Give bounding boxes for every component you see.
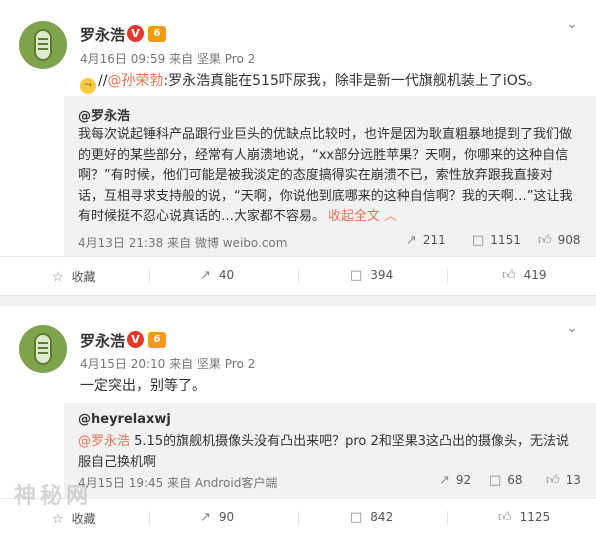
divider (298, 511, 299, 525)
favorite-button[interactable]: ☆ 收藏 (52, 268, 96, 285)
mention-link[interactable]: @孙荣勃 (107, 73, 163, 89)
quoted-text: 我每次说起锤科产品跟行业巨头的优缺点比较时，也许是因为耿直粗暴地提到了我们做的更… (78, 127, 573, 224)
quoted-like[interactable]: 👍︎ 13 (546, 473, 581, 488)
post-text: ¬//@孙荣勃:罗永浩真能在515吓尿我，除非是新一代旗舰机装上了iOS。 (80, 70, 541, 94)
quoted-repost[interactable]: ↗ 92 (439, 473, 471, 488)
quoted-text: @罗永浩 5.15的旗舰机摄像头没有凸出来吧？pro 2和坚果3这凸出的摄像头，… (78, 434, 570, 470)
level-badge-icon: 6 (148, 26, 166, 42)
repost-icon: ↗ (200, 268, 211, 283)
repost-button[interactable]: ↗ 40 (200, 268, 234, 283)
thumbs-up-icon: 👍︎ (538, 233, 552, 248)
repost-icon: ↗ (200, 510, 211, 525)
quoted-meta: 4月13日 21:38 来自 微博 weibo.com (78, 236, 288, 250)
repost-icon: ↗ (406, 233, 417, 248)
watermark: 神秘网 (14, 484, 93, 509)
thumbs-up-icon: 👍︎ (546, 473, 560, 488)
thumbs-up-icon: 👍︎ (498, 510, 512, 525)
collapse-link[interactable]: 收起全文 ︿ (328, 209, 397, 224)
quoted-comment[interactable]: □ 1151 (472, 233, 521, 248)
star-icon: ☆ (52, 270, 64, 285)
favorite-button[interactable]: ☆ 收藏 (52, 510, 96, 527)
comment-button[interactable]: □ 394 (350, 268, 393, 283)
divider (149, 511, 150, 525)
author-name[interactable]: 罗永浩 (80, 330, 125, 351)
quoted-like[interactable]: 👍︎ 908 (538, 233, 581, 248)
quoted-author[interactable]: @罗永浩 (78, 105, 130, 124)
post-meta: 4月15日 20:10 来自 坚果 Pro 2 (80, 357, 256, 371)
divider (447, 269, 448, 283)
post-divider (0, 295, 596, 306)
like-button[interactable]: 👍︎ 419 (502, 268, 547, 283)
like-button[interactable]: 👍︎ 1125 (498, 510, 550, 525)
post-meta: 4月16日 09:59 来自 坚果 Pro 2 (80, 52, 256, 66)
comment-icon: □ (350, 268, 363, 283)
weibo-post-1: 罗永浩 V 6 ⌄ 4月16日 09:59 来自 坚果 Pro 2 ¬//@孙荣… (0, 0, 596, 296)
action-bar: ☆ 收藏 ↗ 40 □ 394 👍︎ 419 (0, 256, 596, 295)
chevron-down-icon[interactable]: ⌄ (566, 16, 578, 32)
chevron-down-icon[interactable]: ⌄ (566, 320, 578, 336)
post-text: 一定突出，别等了。 (80, 378, 206, 394)
thumbs-up-icon: 👍︎ (502, 268, 516, 283)
level-badge-icon: 6 (148, 332, 166, 348)
quoted-comment[interactable]: □ 68 (489, 473, 523, 488)
quoted-post[interactable]: @heyrelaxwj @罗永浩 5.15的旗舰机摄像头没有凸出来吧？pro 2… (64, 403, 596, 498)
mention-link[interactable]: @罗永浩 (78, 434, 130, 449)
divider (149, 269, 150, 283)
divider (447, 511, 448, 525)
comment-icon: □ (472, 233, 485, 248)
quoted-post[interactable]: @罗永浩 我每次说起锤科产品跟行业巨头的优缺点比较时，也许是因为耿直粗暴地提到了… (64, 96, 596, 256)
author-avatar[interactable] (19, 325, 67, 373)
quoted-meta: 4月15日 19:45 来自 Android客户端 (78, 476, 278, 490)
author-name[interactable]: 罗永浩 (80, 24, 125, 45)
emoji-icon: ¬ (80, 78, 96, 94)
author-avatar[interactable] (19, 21, 67, 69)
quoted-repost[interactable]: ↗ 211 (406, 233, 446, 248)
repost-icon: ↗ (439, 473, 450, 488)
verified-v-icon: V (127, 25, 144, 42)
divider (298, 269, 299, 283)
verified-v-icon: V (127, 331, 144, 348)
star-icon: ☆ (52, 512, 64, 527)
quoted-author[interactable]: @heyrelaxwj (78, 412, 171, 427)
comment-icon: □ (350, 510, 363, 525)
comment-button[interactable]: □ 842 (350, 510, 393, 525)
repost-button[interactable]: ↗ 90 (200, 510, 234, 525)
comment-icon: □ (489, 473, 502, 488)
